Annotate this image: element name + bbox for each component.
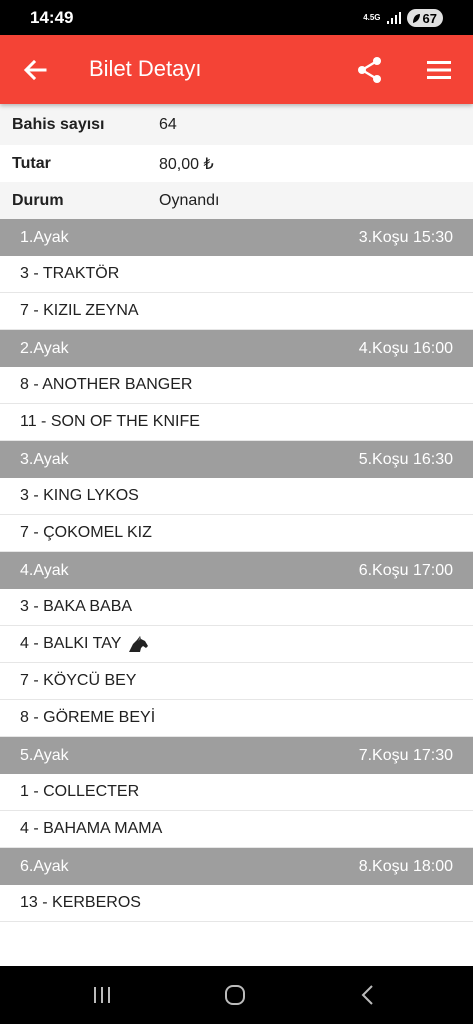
horse-name: 11 - SON OF THE KNIFE: [20, 413, 200, 430]
info-label: Durum: [12, 191, 64, 209]
status-bar: 14:49 4.5G 67: [0, 0, 473, 35]
horse-row: 8 - ANOTHER BANGER: [0, 367, 473, 404]
ticket-detail: Bahis sayısı 64 Tutar 80,00 ₺ Durum Oyna…: [0, 104, 473, 922]
info-row-status: Durum Oynandı: [0, 182, 473, 219]
network-type: 4.5G: [363, 13, 381, 22]
battery-indicator: 67: [406, 9, 443, 27]
system-nav-bar: [0, 966, 473, 1024]
race-time: 6.Koşu 17:00: [358, 561, 453, 579]
horse-row: 3 - KING LYKOS: [0, 478, 473, 515]
race-time: 4.Koşu 16:00: [358, 339, 453, 357]
recent-apps-icon[interactable]: [89, 982, 115, 1008]
horse-row: 7 - KIZIL ZEYNA: [0, 293, 473, 330]
status-icons: 4.5G 67: [363, 9, 443, 27]
app-bar: Bilet Detayı: [0, 35, 473, 104]
leg-header: 2.Ayak 4.Koşu 16:00: [0, 330, 473, 367]
horse-name: 8 - ANOTHER BANGER: [20, 376, 193, 393]
horse-row: 4 - BAHAMA MAMA: [0, 811, 473, 848]
leg-name: 4.Ayak: [20, 561, 69, 579]
horse-row: 11 - SON OF THE KNIFE: [0, 404, 473, 441]
signal-icon: [386, 12, 401, 24]
horse-name: 7 - KIZIL ZEYNA: [20, 302, 139, 319]
leg-name: 1.Ayak: [20, 228, 69, 246]
status-time: 14:49: [30, 8, 74, 27]
horse-name: 3 - BAKA BABA: [20, 598, 133, 615]
battery-leaf-icon: [412, 13, 420, 23]
leg-name: 2.Ayak: [20, 339, 69, 357]
horse-row: 4 - BALKI TAY: [0, 626, 473, 663]
leg-header: 1.Ayak 3.Koşu 15:30: [0, 219, 473, 256]
leg-header: 5.Ayak 7.Koşu 17:30: [0, 737, 473, 774]
battery-level: 67: [422, 10, 437, 26]
horse-row: 3 - TRAKTÖR: [0, 256, 473, 293]
race-time: 7.Koşu 17:30: [358, 746, 453, 764]
info-row-bet-count: Bahis sayısı 64: [0, 104, 473, 145]
leg-name: 5.Ayak: [20, 746, 69, 764]
info-label: Bahis sayısı: [12, 115, 105, 133]
horse-row: 7 - KÖYCÜ BEY: [0, 663, 473, 700]
horse-name: 3 - KING LYKOS: [20, 487, 139, 504]
info-row-amount: Tutar 80,00 ₺: [0, 145, 473, 182]
horse-name: 3 - TRAKTÖR: [20, 265, 120, 282]
race-time: 8.Koşu 18:00: [358, 857, 453, 875]
hamburger-menu-icon[interactable]: [424, 55, 454, 85]
horse-name: 4 - BALKI TAY: [20, 635, 122, 652]
horse-row: 7 - ÇOKOMEL KIZ: [0, 515, 473, 552]
share-icon[interactable]: [355, 55, 385, 85]
arrow-left-icon[interactable]: [20, 55, 50, 85]
home-icon[interactable]: [222, 982, 248, 1008]
race-time: 5.Koşu 16:30: [358, 450, 453, 468]
horse-name: 1 - COLLECTER: [20, 783, 140, 800]
horse-head-icon: [129, 636, 149, 652]
race-time: 3.Koşu 15:30: [358, 228, 453, 246]
horse-name: 7 - ÇOKOMEL KIZ: [20, 524, 152, 541]
back-nav-icon[interactable]: [355, 982, 381, 1008]
horse-row: 1 - COLLECTER: [0, 774, 473, 811]
leg-header: 6.Ayak 8.Koşu 18:00: [0, 848, 473, 885]
page-title: Bilet Detayı: [89, 56, 202, 81]
horse-name: 13 - KERBEROS: [20, 894, 141, 911]
leg-name: 6.Ayak: [20, 857, 69, 875]
horse-row: 3 - BAKA BABA: [0, 589, 473, 626]
info-value: 80,00 ₺: [159, 155, 214, 173]
horse-row: 8 - GÖREME BEYİ: [0, 700, 473, 737]
horse-name: 8 - GÖREME BEYİ: [20, 709, 156, 726]
info-label: Tutar: [12, 154, 51, 172]
leg-name: 3.Ayak: [20, 450, 69, 468]
leg-header: 4.Ayak 6.Koşu 17:00: [0, 552, 473, 589]
horse-name: 4 - BAHAMA MAMA: [20, 820, 163, 837]
info-value: Oynandı: [159, 191, 220, 209]
horse-row: 13 - KERBEROS: [0, 885, 473, 922]
info-value: 64: [159, 115, 177, 133]
horse-name: 7 - KÖYCÜ BEY: [20, 672, 137, 689]
leg-header: 3.Ayak 5.Koşu 16:30: [0, 441, 473, 478]
